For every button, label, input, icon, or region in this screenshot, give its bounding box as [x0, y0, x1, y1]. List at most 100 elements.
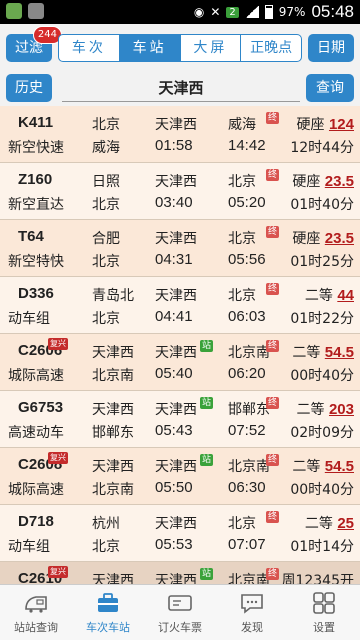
arrival-time: 05:56 [228, 251, 266, 268]
train-code: G6753 [18, 399, 64, 416]
clock: 05:48 [311, 2, 354, 21]
destination-station: 威海 [228, 117, 256, 133]
fuxing-tag: 复兴 [48, 452, 68, 464]
price-link[interactable]: 54.5 [325, 458, 354, 475]
nav-station-to-station[interactable]: 站站查询 [0, 585, 72, 640]
origin-station: 日照 [92, 174, 120, 190]
terminal-tag: 终 [266, 283, 280, 295]
departure-time: 01:58 [155, 137, 193, 154]
seat-price: 硬座 23.5 [292, 171, 354, 191]
duration: 01时22分 [290, 311, 354, 327]
nav-discover[interactable]: 发现 [216, 585, 288, 640]
terminal-station: 邯郸东 [92, 425, 134, 441]
tab-station[interactable]: 车站 [119, 35, 181, 61]
train-row[interactable]: C2608 复兴 城际高速 天津西 北京南 天津西 站 05:50 北京南 终 … [0, 448, 360, 505]
train-icon [25, 596, 47, 613]
tab-punctuality[interactable]: 正晚点 [241, 35, 301, 61]
nav-label: 发现 [241, 621, 263, 634]
train-code: K411 [18, 114, 54, 131]
price-link[interactable]: 23.5 [325, 230, 354, 247]
price-link[interactable]: 23.5 [325, 173, 354, 190]
terminal-station: 北京 [92, 197, 120, 213]
terminal-tag: 终 [266, 397, 280, 409]
terminal-tag: 终 [266, 454, 280, 466]
seat-class: 硬座 [292, 174, 321, 190]
price-link[interactable]: 25 [337, 515, 354, 532]
train-row[interactable]: D336 动车组 青岛北 北京 天津西 04:41 北京 终 06:03 二等 … [0, 277, 360, 334]
date-button[interactable]: 日期 [308, 34, 354, 62]
history-button[interactable]: 历史 [6, 74, 52, 102]
query-station: 天津西 [155, 174, 197, 190]
train-row[interactable]: Z160 新空直达 日照 北京 天津西 03:40 北京 终 05:20 硬座 … [0, 163, 360, 220]
train-row[interactable]: G6753 高速动车 天津西 邯郸东 天津西 站 05:43 邯郸东 终 07:… [0, 391, 360, 448]
destination-station: 北京南 [228, 345, 270, 361]
destination-station: 北京 [228, 174, 256, 190]
fuxing-tag: 复兴 [48, 338, 68, 350]
destination-station: 北京南 [228, 573, 270, 584]
train-list: K411 新空快速 北京 威海 天津西 01:58 威海 终 14:42 硬座 … [0, 106, 360, 584]
station-input[interactable] [62, 74, 300, 102]
train-type: 动车组 [8, 539, 50, 555]
destination-station: 邯郸东 [228, 402, 270, 418]
nav-train-station[interactable]: 车次车站 [72, 585, 144, 640]
terminal-station: 北京南 [92, 482, 134, 498]
terminal-tag: 终 [266, 511, 280, 523]
train-row[interactable]: C2610 复兴 天津西 天津西 站 北京南 终 周12345开 [0, 562, 360, 584]
nav-settings[interactable]: 设置 [288, 585, 360, 640]
train-code: T64 [18, 228, 44, 245]
battery-icon [264, 5, 273, 19]
train-type: 新空快速 [8, 140, 64, 156]
departure-time: 03:40 [155, 194, 193, 211]
arrival-time: 06:20 [228, 365, 266, 382]
terminal-station: 北京 [92, 311, 120, 327]
train-row[interactable]: K411 新空快速 北京 威海 天津西 01:58 威海 终 14:42 硬座 … [0, 106, 360, 163]
train-row[interactable]: T64 新空特快 合肥 北京 天津西 04:31 北京 终 05:56 硬座 2… [0, 220, 360, 277]
price-link[interactable]: 44 [337, 287, 354, 304]
query-station: 天津西 [155, 573, 197, 584]
destination-station: 北京 [228, 516, 256, 532]
seat-class: 硬座 [296, 117, 325, 133]
origin-station: 天津西 [92, 459, 134, 475]
seat-class: 硬座 [292, 231, 321, 247]
seat-class: 二等 [304, 516, 333, 532]
arrival-time: 07:07 [228, 536, 266, 553]
price-link[interactable]: 203 [329, 401, 354, 418]
mute-icon: ✕ [210, 5, 221, 19]
query-station: 天津西 [155, 345, 197, 361]
arrival-time: 06:30 [228, 479, 266, 496]
origin-station-tag: 站 [200, 568, 214, 580]
origin-station-tag: 站 [200, 454, 214, 466]
nav-label: 订火车票 [158, 621, 202, 634]
grid-icon [313, 592, 335, 614]
seat-class: 二等 [292, 459, 321, 475]
search-row: 历史 查询 [0, 70, 360, 106]
sim-badge: 2 [226, 6, 239, 18]
departure-time: 05:43 [155, 422, 193, 439]
query-mode-tabs: 车次 车站 大屏 正晚点 [58, 34, 302, 62]
seat-price: 硬座 124 [297, 114, 354, 134]
seat-price: 硬座 23.5 [292, 228, 354, 248]
bottom-navigation: 站站查询 车次车站 订火车票 发现 设置 [0, 584, 360, 640]
query-station: 天津西 [155, 516, 197, 532]
destination-station: 北京 [228, 231, 256, 247]
app-notification-icon [6, 3, 22, 19]
seat-price: 二等 203 [297, 399, 354, 419]
train-row[interactable]: C2606 复兴 城际高速 天津西 北京南 天津西 站 05:40 北京南 终 … [0, 334, 360, 391]
query-station: 天津西 [155, 231, 197, 247]
origin-station: 天津西 [92, 402, 134, 418]
query-button[interactable]: 查询 [306, 74, 354, 102]
train-row[interactable]: D718 动车组 杭州 北京 天津西 05:53 北京 终 07:07 二等 2… [0, 505, 360, 562]
filter-button[interactable]: 过滤 244 [6, 26, 62, 62]
nav-book-tickets[interactable]: 订火车票 [144, 585, 216, 640]
seat-price: 二等 25 [305, 513, 354, 533]
sms-notification-icon [28, 3, 44, 19]
seat-class: 二等 [292, 345, 321, 361]
price-link[interactable]: 54.5 [325, 344, 354, 361]
price-link[interactable]: 124 [329, 116, 354, 133]
tab-train-number[interactable]: 车次 [59, 35, 120, 61]
tab-big-screen[interactable]: 大屏 [181, 35, 242, 61]
arrival-time: 05:20 [228, 194, 266, 211]
train-type: 城际高速 [8, 368, 64, 384]
terminal-tag: 终 [266, 169, 280, 181]
duration: 01时25分 [290, 254, 354, 270]
